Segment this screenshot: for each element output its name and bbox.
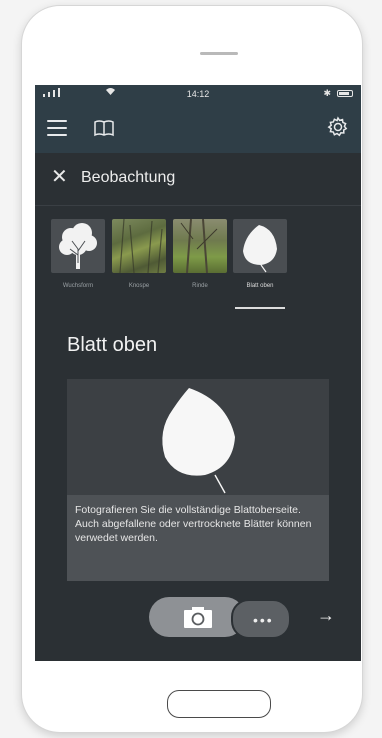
bark-photo-icon <box>173 219 227 273</box>
active-tab-indicator <box>235 307 285 309</box>
page-title: Beobachtung <box>81 169 176 186</box>
top-navbar <box>35 103 361 153</box>
tab-label: Wuchsform <box>62 283 94 289</box>
leaf-icon <box>233 219 287 273</box>
arrow-right-icon[interactable]: → <box>317 605 335 626</box>
tab-label: Rinde <box>192 283 208 289</box>
app-screen: 14:12 ✱ ✕ Beobachtung Wuchsform Knospe R… <box>35 85 361 661</box>
gear-icon[interactable] <box>327 116 349 143</box>
bud-photo-icon <box>112 219 166 273</box>
tab-label: Blatt oben <box>246 283 274 289</box>
more-options-button[interactable]: ••• <box>231 599 291 639</box>
more-icon: ••• <box>253 612 274 628</box>
section-title: Blatt oben <box>67 334 158 356</box>
tab-label: Knospe <box>128 283 150 289</box>
status-time: 14:12 <box>186 89 210 99</box>
observation-header: ✕ Beobachtung <box>35 153 361 206</box>
phone-speaker <box>200 52 238 55</box>
phone-home-button[interactable] <box>167 690 271 718</box>
tab-blatt-oben[interactable]: Blatt oben <box>233 219 287 289</box>
camera-icon <box>183 605 213 634</box>
tab-wuchsform[interactable]: Wuchsform <box>51 219 105 289</box>
category-tabs: Wuchsform Knospe Rinde Blatt oben <box>35 219 361 317</box>
tree-icon <box>51 219 105 273</box>
status-bar: 14:12 ✱ <box>35 85 361 103</box>
instruction-card: Fotografieren Sie die vollständige Blatt… <box>67 379 329 581</box>
hamburger-icon[interactable] <box>47 120 67 136</box>
close-icon[interactable]: ✕ <box>51 167 68 187</box>
instruction-text: Fotografieren Sie die vollständige Blatt… <box>67 495 329 581</box>
bluetooth-icon: ✱ <box>323 88 331 98</box>
leaf-illustration-icon <box>162 388 235 494</box>
tab-rinde[interactable]: Rinde <box>173 219 227 289</box>
battery-icon <box>337 90 353 97</box>
book-icon[interactable] <box>93 119 115 142</box>
tab-knospe[interactable]: Knospe <box>112 219 166 289</box>
